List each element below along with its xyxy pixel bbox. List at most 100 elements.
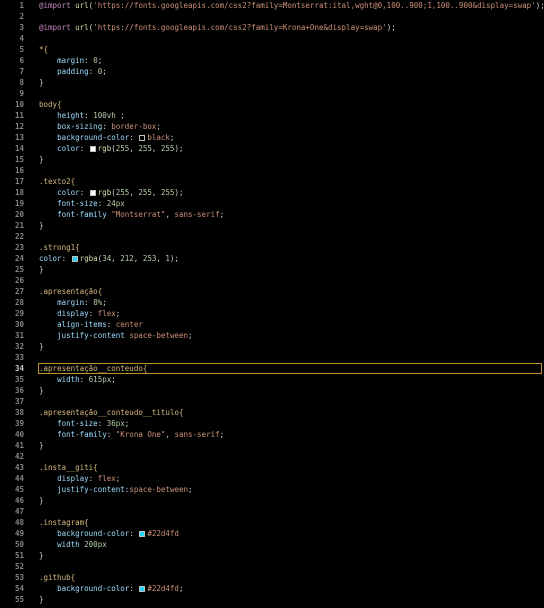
- code-token: rgb: [97, 144, 112, 153]
- code-line[interactable]: 12 box-sizing: border-box;: [0, 121, 544, 132]
- code-line[interactable]: 29 display: flex;: [0, 308, 544, 319]
- code-token: color: [39, 254, 62, 263]
- code-line[interactable]: 25}: [0, 264, 544, 275]
- code-line[interactable]: 8}: [0, 77, 544, 88]
- color-swatch-icon[interactable]: [89, 146, 96, 152]
- code-line[interactable]: 20 font-family "Montserrat", sans-serif;: [0, 209, 544, 220]
- code-line[interactable]: 6 margin: 0;: [0, 55, 544, 66]
- code-token: font-family: [57, 430, 107, 439]
- code-line[interactable]: 30 align-items: center: [0, 319, 544, 330]
- color-swatch-icon[interactable]: [139, 586, 146, 592]
- code-line[interactable]: 51}: [0, 550, 544, 561]
- code-text: }: [39, 154, 44, 165]
- code-line[interactable]: 34 .apresentação__conteudo{: [0, 363, 544, 374]
- code-line[interactable]: 27 .apresentação{: [0, 286, 544, 297]
- code-line[interactable]: 23 .strong1{: [0, 242, 544, 253]
- code-token: }: [39, 221, 44, 230]
- code-line[interactable]: 22: [0, 231, 544, 242]
- code-token: );: [174, 144, 184, 153]
- code-text: @import url('https://fonts.googleapis.co…: [39, 0, 544, 11]
- code-line[interactable]: 35 width: 615px;: [0, 374, 544, 385]
- code-line[interactable]: 41}: [0, 440, 544, 451]
- code-token: height: [57, 111, 85, 120]
- code-line[interactable]: 42: [0, 451, 544, 462]
- code-line[interactable]: 36}: [0, 385, 544, 396]
- code-line[interactable]: 45 justify-content:space-between;: [0, 484, 544, 495]
- code-line[interactable]: 44 display: flex;: [0, 473, 544, 484]
- code-token: sans-serif: [174, 430, 220, 439]
- code-line[interactable]: 54 background-color: #22d4fd;: [0, 583, 544, 594]
- code-token: padding: [57, 67, 89, 76]
- line-number: 9: [19, 89, 24, 98]
- code-line[interactable]: 50 width 200px: [0, 539, 544, 550]
- line-number: 20: [14, 210, 24, 219]
- code-line[interactable]: 10 body{: [0, 99, 544, 110]
- code-line[interactable]: 21}: [0, 220, 544, 231]
- code-token: .instagram{: [39, 518, 89, 527]
- line-number: 5: [19, 45, 24, 54]
- code-token: :: [84, 298, 94, 307]
- code-token: url(: [75, 1, 94, 10]
- color-swatch-icon[interactable]: [139, 135, 146, 141]
- line-number: 28: [14, 298, 24, 307]
- code-line[interactable]: 49 background-color: #22d4fd: [0, 528, 544, 539]
- code-line[interactable]: 26: [0, 275, 544, 286]
- code-line[interactable]: 28 margin: 8%;: [0, 297, 544, 308]
- code-token: ;: [102, 67, 107, 76]
- code-token: :: [129, 529, 139, 538]
- code-token: justify-content: [57, 331, 125, 340]
- code-line[interactable]: 38 .apresentação__conteudo__titulo{: [0, 407, 544, 418]
- code-line[interactable]: 55}: [0, 594, 544, 605]
- code-text: .apresentação__conteudo{: [39, 363, 147, 374]
- code-token: :: [97, 419, 107, 428]
- code-line[interactable]: 46}: [0, 495, 544, 506]
- code-line[interactable]: 9: [0, 88, 544, 99]
- code-text: }: [39, 440, 44, 451]
- code-line[interactable]: 3 @import url('https://fonts.googleapis.c…: [0, 22, 544, 33]
- code-token: :: [79, 144, 89, 153]
- code-line[interactable]: 43 .insta__giti{: [0, 462, 544, 473]
- code-line[interactable]: 47: [0, 506, 544, 517]
- code-line[interactable]: 40 font-family: "Krona One", sans-serif;: [0, 429, 544, 440]
- code-line[interactable]: 39 font-size: 36px;: [0, 418, 544, 429]
- code-text: justify-content space-between;: [39, 330, 192, 341]
- code-line[interactable]: 33: [0, 352, 544, 363]
- code-line[interactable]: 19 font-size: 24px: [0, 198, 544, 209]
- code-line[interactable]: 4: [0, 33, 544, 44]
- code-line[interactable]: 37: [0, 396, 544, 407]
- line-number: 21: [14, 221, 24, 230]
- code-line[interactable]: 13 background-color: black;: [0, 132, 544, 143]
- code-line[interactable]: 32}: [0, 341, 544, 352]
- code-line[interactable]: 52: [0, 561, 544, 572]
- code-line[interactable]: 16: [0, 165, 544, 176]
- line-number: 22: [14, 232, 24, 241]
- code-line[interactable]: 1 @import url('https://fonts.googleapis.c…: [0, 0, 544, 11]
- code-token: ;: [111, 375, 116, 384]
- code-text: background-color: #22d4fd;: [39, 583, 183, 594]
- code-token: rgba: [79, 254, 98, 263]
- color-swatch-icon[interactable]: [139, 531, 146, 537]
- code-token: ;: [115, 309, 121, 318]
- code-line[interactable]: 11 height: 100vh ;: [0, 110, 544, 121]
- code-line[interactable]: 7 padding: 0;: [0, 66, 544, 77]
- color-swatch-icon[interactable]: [89, 190, 96, 196]
- code-line[interactable]: 24 color: rgba(34, 212, 253, 1);: [0, 253, 544, 264]
- code-text: .strong1{: [39, 242, 80, 253]
- code-token: 255: [160, 188, 175, 197]
- code-line[interactable]: 18 color: rgb(255, 255, 255);: [0, 187, 544, 198]
- color-swatch-icon[interactable]: [71, 256, 78, 262]
- line-number: 43: [14, 463, 24, 472]
- code-token: :: [106, 430, 116, 439]
- code-line[interactable]: 5 *{: [0, 44, 544, 55]
- code-line[interactable]: 2: [0, 11, 544, 22]
- code-line[interactable]: 31 justify-content space-between;: [0, 330, 544, 341]
- code-editor[interactable]: 1 @import url('https://fonts.googleapis.c…: [0, 0, 544, 608]
- code-line[interactable]: 15}: [0, 154, 544, 165]
- code-line[interactable]: 48 .instagram{: [0, 517, 544, 528]
- code-line[interactable]: 53 .github{: [0, 572, 544, 583]
- code-line[interactable]: 14 color: rgb(255, 255, 255);: [0, 143, 544, 154]
- code-line[interactable]: 17 .texto2{: [0, 176, 544, 187]
